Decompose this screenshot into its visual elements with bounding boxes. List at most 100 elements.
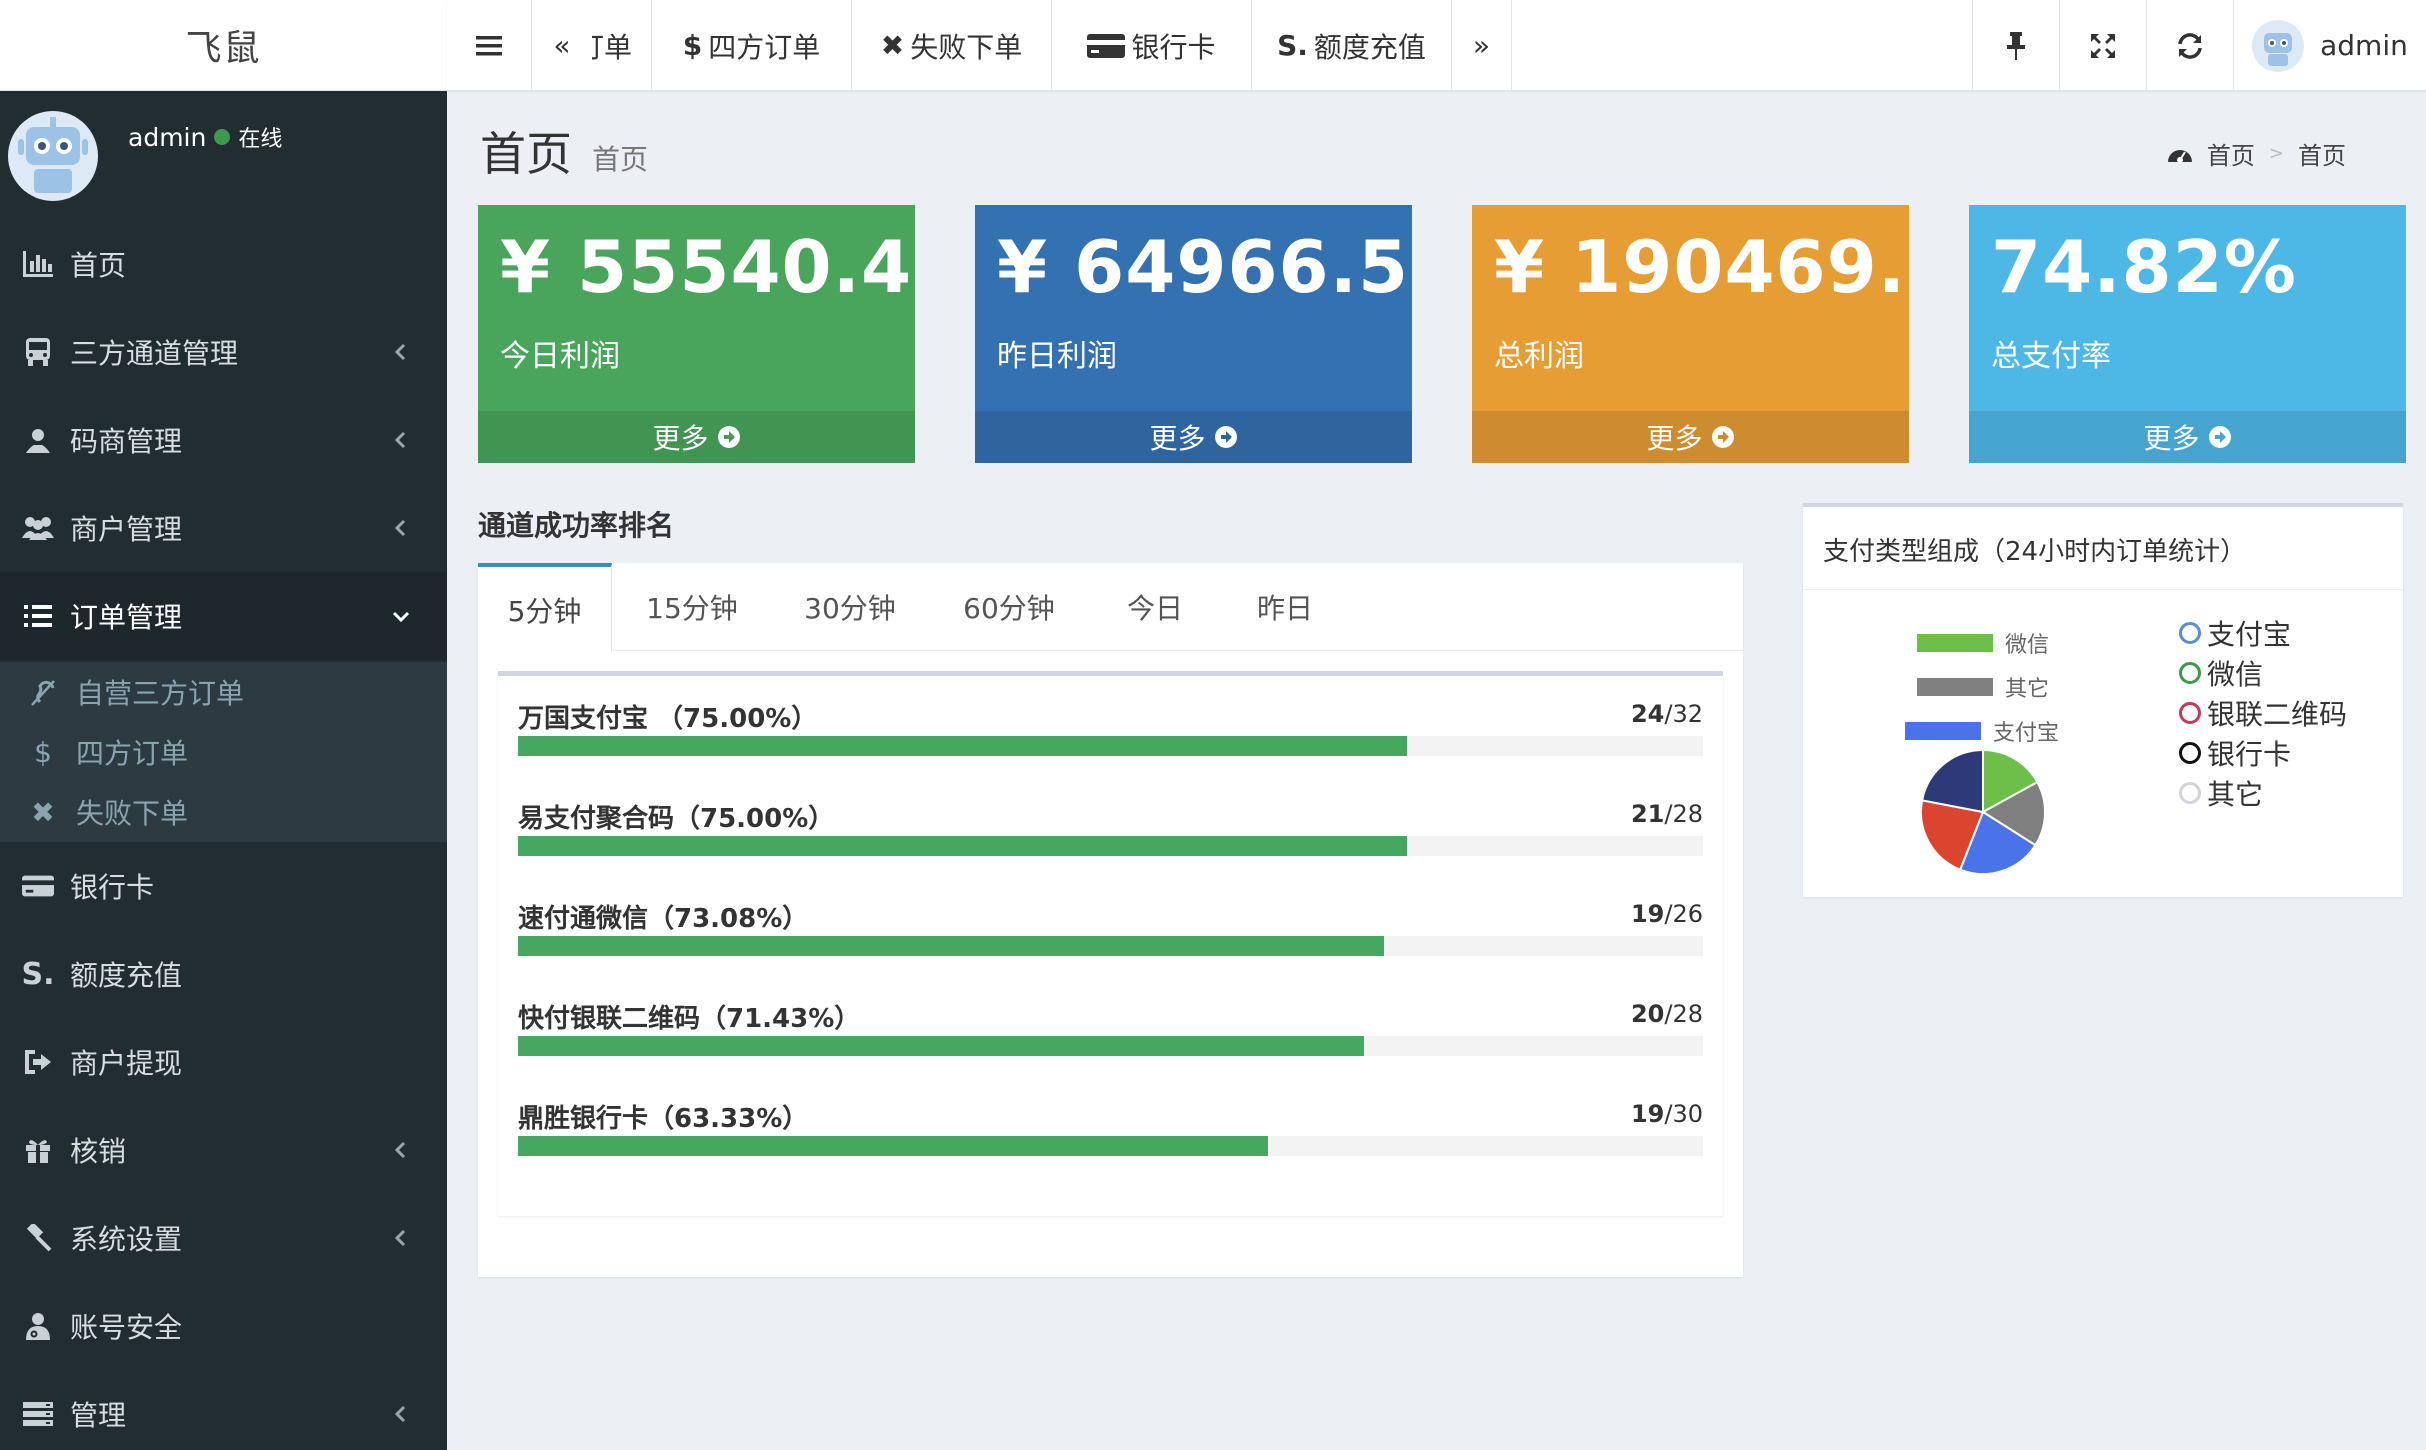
submenu-item-sifang-orders[interactable]: $ 四方订单 <box>0 722 447 782</box>
ranking-row: 易支付聚合码（75.00%） 21/28 <box>518 798 1703 858</box>
tab-60min[interactable]: 60分钟 <box>928 563 1090 651</box>
legend-swatch <box>1917 678 1993 696</box>
user-name: admin <box>2320 29 2408 62</box>
progress-fill <box>518 1136 1269 1156</box>
sidebar-item-account-security[interactable]: 账号安全 <box>0 1282 447 1370</box>
tab-today[interactable]: 今日 <box>1090 563 1220 651</box>
success-count: 24 <box>1630 700 1665 728</box>
stat-more-link[interactable]: 更多 <box>478 411 915 463</box>
ranking-row: 快付银联二维码（71.43%） 20/28 <box>518 998 1703 1058</box>
page-subtitle: 首页 <box>592 143 649 176</box>
breadcrumb-item-home[interactable]: 首页 <box>2207 136 2255 171</box>
tab-30min[interactable]: 30分钟 <box>772 563 928 651</box>
group-icon <box>22 512 54 544</box>
channel-count: 20/28 <box>1631 1000 1703 1028</box>
fullscreen-button[interactable] <box>2059 0 2146 91</box>
sidebar-item-verification[interactable]: 核销 <box>0 1106 447 1194</box>
channel-count: 19/30 <box>1631 1100 1703 1128</box>
total-count: /32 <box>1664 700 1703 728</box>
legend-swatch <box>1905 722 1981 740</box>
legend-label: 其它 <box>2207 778 2264 811</box>
stat-total-pay-rate: 74.82% 总支付率 更多 <box>1969 205 2406 463</box>
sidebar-item-bank-card[interactable]: 银行卡 <box>0 842 447 930</box>
sidebar-item-withdraw[interactable]: 商户提现 <box>0 1018 447 1106</box>
sidebar-item-merchants[interactable]: 商户管理 <box>0 484 447 572</box>
tab-scroll-right-button[interactable]: » <box>1452 0 1512 91</box>
chevron-left-icon <box>394 1405 406 1423</box>
sidebar-item-home[interactable]: 首页 <box>0 220 447 308</box>
stat-value: ¥ 64966.53 <box>997 225 1412 309</box>
thumbtack-icon <box>2007 31 2025 60</box>
legend-label: 微信 <box>2005 633 2050 658</box>
tab-sifang-order[interactable]: $ 四方订单 <box>652 0 852 91</box>
legend2-item-unionpay-qr[interactable]: 银联二维码 <box>2179 693 2347 733</box>
app-logo[interactable]: 飞鼠 <box>0 0 447 91</box>
server-icon <box>22 1398 54 1430</box>
tab-label: 四方订单 <box>708 30 821 64</box>
stat-more-link[interactable]: 更多 <box>1969 411 2406 463</box>
tab-quota-recharge[interactable]: S. 额度充值 <box>1252 0 1452 91</box>
sidebar-item-system-settings[interactable]: 系统设置 <box>0 1194 447 1282</box>
stat-label: 总支付率 <box>1991 339 2111 374</box>
sidebar-item-quota-recharge[interactable]: S. 额度充值 <box>0 930 447 1018</box>
double-chevron-left-icon: « <box>553 29 571 62</box>
sidebar-item-label: 商户管理 <box>70 513 183 546</box>
submenu-item-failed-orders[interactable]: ✖ 失败下单 <box>0 782 447 842</box>
user-menu[interactable]: admin <box>2233 0 2426 91</box>
legend2-item-wechat[interactable]: 微信 <box>2179 653 2263 693</box>
legend-label: 支付宝 <box>2207 618 2292 651</box>
bar-chart-icon <box>22 248 54 280</box>
stat-today-profit: ¥ 55540.41 今日利润 更多 <box>478 205 915 463</box>
chevron-left-icon <box>394 1229 406 1247</box>
tab-bank-card[interactable]: 银行卡 <box>1052 0 1252 91</box>
arrow-circle-right-icon <box>1214 426 1237 448</box>
tab-yesterday[interactable]: 昨日 <box>1220 563 1350 651</box>
sidebar-item-admin[interactable]: 管理 <box>0 1370 447 1450</box>
tab-scroll-left-button[interactable]: « <box>532 0 592 91</box>
chevron-left-icon <box>394 431 406 449</box>
stat-value: 74.82% <box>1991 225 2297 309</box>
legend2-item-other[interactable]: 其它 <box>2179 773 2263 813</box>
tab-order-partial[interactable]: 订单 <box>592 0 652 91</box>
legend-item-wechat: 微信 <box>1917 627 2049 659</box>
legend-label: 支付宝 <box>1993 721 2060 746</box>
avatar <box>8 111 98 201</box>
sidebar: admin 在线 首页 三方通道管理 码商管理 商户管理 订单管理 自营三方订单… <box>0 91 447 1450</box>
menu-icon <box>476 35 502 55</box>
tab-label: 额度充值 <box>1313 30 1426 64</box>
sidebar-toggle-button[interactable] <box>447 0 532 91</box>
legend2-item-bank-card[interactable]: 银行卡 <box>2179 733 2291 773</box>
sidebar-item-channels[interactable]: 三方通道管理 <box>0 308 447 396</box>
tab-failed-order[interactable]: ✖ 失败下单 <box>852 0 1052 91</box>
stat-more-link[interactable]: 更多 <box>1472 411 1909 463</box>
ranking-panel: 5分钟 15分钟 30分钟 60分钟 今日 昨日 万国支付宝 （75.00%） … <box>478 563 1743 1277</box>
legend-item-alipay: 支付宝 <box>1905 715 2059 747</box>
arrow-circle-right-icon <box>717 426 740 448</box>
stat-value: ¥ 55540.41 <box>500 225 915 309</box>
sidebar-item-orders[interactable]: 订单管理 <box>0 572 447 660</box>
breadcrumb-separator: > <box>2268 143 2284 164</box>
user-md-icon <box>22 1310 54 1342</box>
arrow-circle-right-icon <box>1711 426 1734 448</box>
refresh-button[interactable] <box>2146 0 2233 91</box>
pin-button[interactable] <box>1972 0 2059 91</box>
ranking-list: 万国支付宝 （75.00%） 24/32 易支付聚合码（75.00%） 21/2… <box>498 671 1723 1216</box>
success-count: 19 <box>1630 900 1665 928</box>
tab-label: 5分钟 <box>507 594 582 628</box>
sidebar-item-code-merchants[interactable]: 码商管理 <box>0 396 447 484</box>
sidebar-item-label: 额度充值 <box>70 959 183 992</box>
submenu-item-self-operated-orders[interactable]: 自营三方订单 <box>0 662 447 722</box>
channel-name: 易支付聚合码（75.00%） <box>518 804 835 834</box>
ranking-tabs: 5分钟 15分钟 30分钟 60分钟 今日 昨日 <box>478 563 1743 652</box>
chevron-left-icon <box>394 519 406 537</box>
stat-more-link[interactable]: 更多 <box>975 411 1412 463</box>
tab-15min[interactable]: 15分钟 <box>612 563 772 651</box>
progress-track <box>518 736 1703 756</box>
tab-label: 今日 <box>1126 592 1183 625</box>
legend2-item-alipay[interactable]: 支付宝 <box>2179 613 2291 653</box>
tab-5min[interactable]: 5分钟 <box>478 563 612 652</box>
dollar-icon: $ <box>34 735 52 769</box>
success-count: 20 <box>1630 1000 1665 1028</box>
breadcrumb: 首页 > 首页 <box>2167 136 2346 171</box>
arrow-circle-right-icon <box>2208 426 2231 448</box>
